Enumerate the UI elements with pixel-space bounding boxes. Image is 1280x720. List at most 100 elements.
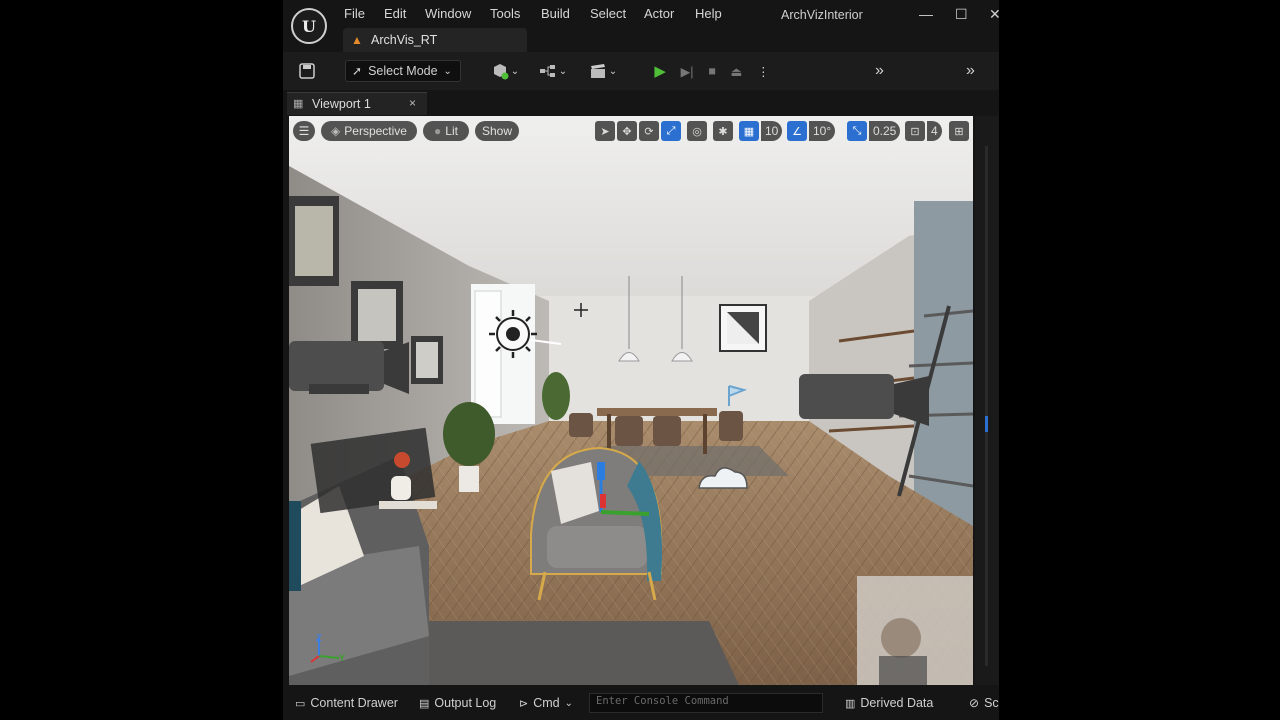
select-cursor-icon[interactable]: ➤ bbox=[595, 121, 615, 141]
grid-snap-group[interactable]: ▦ 10 bbox=[739, 120, 783, 142]
derived-data-button[interactable]: ▥ Derived Data bbox=[845, 696, 933, 710]
select-mode-dropdown[interactable]: ➚ Select Mode ⌄ bbox=[345, 60, 461, 82]
grid-snap-value[interactable]: 10 bbox=[761, 121, 783, 141]
stop-icon[interactable]: ■ bbox=[708, 64, 716, 78]
chevron-down-icon: ⌄ bbox=[608, 65, 618, 77]
derived-data-label: Derived Data bbox=[860, 696, 934, 710]
play-icon[interactable]: ▶ bbox=[654, 62, 666, 80]
rotate-icon[interactable]: ⟳ bbox=[639, 121, 659, 141]
axis-z-label: Z bbox=[316, 633, 322, 643]
play-controls: ▶ ▶| ■ ⏏ ⋮ bbox=[647, 60, 777, 82]
minimize-button[interactable]: — bbox=[919, 6, 933, 22]
add-actor-icon bbox=[493, 64, 509, 80]
viewport-options-button[interactable]: ☰ bbox=[293, 121, 315, 141]
source-control-button[interactable]: ⊘ Sc bbox=[969, 696, 999, 710]
menu-help[interactable]: Help bbox=[695, 6, 722, 21]
maximize-button[interactable]: ☐ bbox=[955, 6, 968, 23]
viewport-tab-label: Viewport 1 bbox=[312, 97, 371, 111]
cube-icon: ◈ bbox=[331, 124, 341, 138]
status-bar: ▭ Content Drawer ▤ Output Log ⊳ Cmd ⌄ En… bbox=[283, 688, 999, 720]
save-button[interactable] bbox=[297, 60, 317, 82]
menu-file[interactable]: File bbox=[344, 6, 365, 21]
cmd-label: Cmd bbox=[533, 696, 560, 710]
grid-snap-icon[interactable]: ▦ bbox=[739, 121, 759, 141]
lit-label: Lit bbox=[445, 124, 458, 138]
chevron-down-icon: ⌄ bbox=[510, 65, 520, 77]
lit-sphere-icon: ● bbox=[434, 124, 442, 138]
clapperboard-icon bbox=[590, 64, 605, 78]
show-button[interactable]: Show bbox=[475, 121, 519, 141]
cursor-icon: ➚ bbox=[352, 64, 363, 78]
rotation-snap-value[interactable]: 10° bbox=[809, 121, 836, 141]
perspective-label: Perspective bbox=[344, 124, 407, 138]
view-mode-button[interactable]: ● Lit bbox=[423, 121, 469, 141]
scale-icon[interactable]: ⤢ bbox=[661, 121, 681, 141]
surface-snap-icon[interactable]: ✱ bbox=[713, 121, 733, 141]
frame-skip-icon[interactable]: ▶| bbox=[681, 64, 694, 79]
close-icon[interactable]: × bbox=[409, 96, 416, 110]
rotation-snap-group[interactable]: ∠ 10° bbox=[787, 120, 836, 142]
project-title: ArchVizInterior bbox=[781, 8, 863, 22]
output-log-icon: ▤ bbox=[419, 697, 430, 710]
viewport-layout-icon[interactable]: ⊞ bbox=[949, 121, 969, 141]
menu-tools[interactable]: Tools bbox=[490, 6, 520, 21]
camera-speed-value[interactable]: 4 bbox=[927, 121, 942, 141]
postprocess-sprite bbox=[719, 304, 767, 352]
menu-build[interactable]: Build bbox=[541, 6, 570, 21]
scrollbar-thumb[interactable] bbox=[985, 416, 988, 432]
viewport-tab-bar: ▦ Viewport 1 × bbox=[283, 90, 999, 115]
hamburger-menu-icon: ☰ bbox=[298, 124, 310, 138]
level-tab[interactable]: ▲ ArchVis_RT bbox=[343, 28, 527, 52]
terminal-icon: ⊳ bbox=[519, 697, 529, 710]
translate-icon[interactable]: ✥ bbox=[617, 121, 637, 141]
content-drawer-button[interactable]: ▭ Content Drawer bbox=[295, 696, 398, 710]
output-log-button[interactable]: ▤ Output Log bbox=[419, 696, 496, 710]
add-actor-button[interactable]: ⌄ bbox=[487, 60, 523, 82]
cmd-dropdown[interactable]: ⊳ Cmd ⌄ bbox=[519, 696, 573, 710]
perspective-button[interactable]: ◈ Perspective bbox=[321, 121, 417, 141]
details-panel-collapsed[interactable] bbox=[975, 116, 999, 685]
content-drawer-icon: ▭ bbox=[295, 697, 306, 710]
derived-data-icon: ▥ bbox=[845, 697, 856, 710]
level-viewport[interactable]: ☰ ◈ Perspective ● Lit Show ➤ ✥ ⟳ ⤢ ◎ ✱ ▦… bbox=[289, 116, 973, 685]
double-chevron-right-icon: » bbox=[875, 62, 884, 79]
output-log-label: Output Log bbox=[434, 696, 497, 710]
menu-window[interactable]: Window bbox=[425, 6, 471, 21]
layout-group[interactable]: ⊞ bbox=[949, 120, 969, 142]
scale-snap-value[interactable]: 0.25 bbox=[869, 121, 901, 141]
eject-icon[interactable]: ⏏ bbox=[731, 64, 743, 79]
level-icon: ▲ bbox=[351, 33, 363, 47]
select-mode-label: Select Mode bbox=[368, 64, 438, 78]
menu-actor[interactable]: Actor bbox=[644, 6, 674, 21]
more-options-icon[interactable]: ⋮ bbox=[757, 64, 770, 79]
angle-snap-icon[interactable]: ∠ bbox=[787, 121, 807, 141]
cinematics-button[interactable]: ⌄ bbox=[585, 60, 621, 82]
show-label: Show bbox=[481, 124, 513, 138]
blueprint-icon bbox=[539, 65, 555, 77]
console-command-input[interactable]: Enter Console Command bbox=[589, 693, 823, 713]
camera-icon[interactable]: ⊡ bbox=[905, 121, 925, 141]
coordinate-tools: ◎ ✱ bbox=[687, 120, 733, 142]
expand-settings-button[interactable]: » bbox=[966, 60, 975, 82]
unreal-logo[interactable]: U bbox=[291, 8, 327, 44]
unreal-editor-window: U File Edit Window Tools Build Select Ac… bbox=[283, 0, 999, 720]
viewport-icon: ▦ bbox=[293, 98, 304, 110]
world-space-icon[interactable]: ◎ bbox=[687, 121, 707, 141]
blueprints-button[interactable]: ⌄ bbox=[535, 60, 571, 82]
save-icon bbox=[299, 63, 315, 79]
transform-tools: ➤ ✥ ⟳ ⤢ bbox=[595, 120, 681, 142]
scale-snap-group[interactable]: ⤡ 0.25 bbox=[847, 120, 901, 142]
scale-snap-icon[interactable]: ⤡ bbox=[847, 121, 867, 141]
menu-select[interactable]: Select bbox=[590, 6, 626, 21]
chevron-down-icon: ⌄ bbox=[564, 697, 574, 709]
expand-toolbar-button[interactable]: » bbox=[875, 60, 884, 82]
close-window-button[interactable]: ✕ bbox=[989, 6, 999, 23]
viewport-tab[interactable]: ▦ Viewport 1 × bbox=[287, 92, 427, 115]
double-chevron-right-icon: » bbox=[966, 62, 975, 79]
level-tab-label: ArchVis_RT bbox=[371, 33, 438, 47]
main-toolbar: ➚ Select Mode ⌄ ⌄ ⌄ ⌄ ▶ ▶| ■ ⏏ ⋮ » » bbox=[283, 52, 999, 90]
scrollbar-track[interactable] bbox=[985, 146, 988, 666]
menu-edit[interactable]: Edit bbox=[384, 6, 406, 21]
camera-speed-group[interactable]: ⊡ 4 bbox=[905, 120, 942, 142]
source-control-label: Sc bbox=[984, 696, 999, 710]
